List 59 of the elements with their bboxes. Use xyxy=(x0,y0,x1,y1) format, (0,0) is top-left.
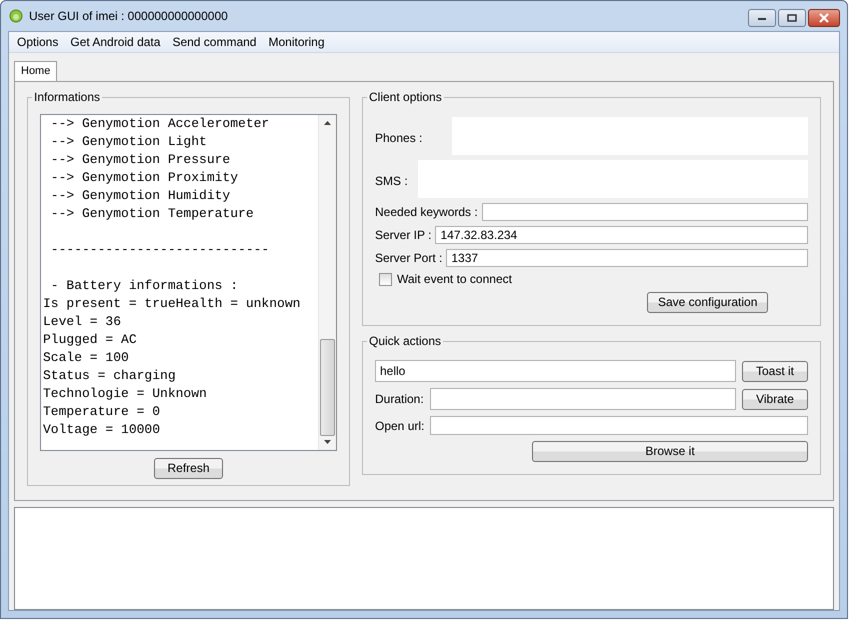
log-line: --> Genymotion Humidity xyxy=(50,187,232,205)
log-line: Status = charging xyxy=(43,367,177,385)
duration-field[interactable] xyxy=(430,388,736,410)
scroll-down-icon[interactable] xyxy=(324,440,331,444)
group-title: Quick actions xyxy=(368,334,442,348)
checkbox-label: Wait event to connect xyxy=(397,272,512,286)
log-line: Technologie = Unknown xyxy=(43,385,208,403)
field-label: Server IP : xyxy=(375,228,432,242)
log-line: --> Genymotion Proximity xyxy=(50,169,240,187)
log-line: Level = 36 xyxy=(43,313,122,331)
field-label: Server Port : xyxy=(375,251,442,265)
log-line: Temperature = 0 xyxy=(43,403,162,421)
log-line: Scale = 100 xyxy=(43,349,130,367)
group-title: Client options xyxy=(368,90,443,104)
scrollbar[interactable] xyxy=(318,115,336,450)
field-value: 147.32.83.234 xyxy=(440,228,518,242)
menu-item[interactable]: Get Android data xyxy=(64,35,166,49)
log-line: --> Genymotion Pressure xyxy=(50,151,232,169)
log-line: Plugged = AC xyxy=(43,331,138,349)
field-label: Duration: xyxy=(375,392,424,406)
log-line: Voltage = 10000 xyxy=(43,421,162,439)
refresh-button[interactable]: Refresh xyxy=(154,458,223,479)
maximize-button[interactable] xyxy=(778,9,806,27)
menu-item[interactable]: Options xyxy=(11,35,64,49)
scroll-up-icon[interactable] xyxy=(324,121,331,125)
tab[interactable]: Home xyxy=(14,61,58,81)
checkbox[interactable] xyxy=(379,272,392,286)
save-configuration-button[interactable]: Save configuration xyxy=(647,292,768,313)
log-line: ---------------------------- xyxy=(50,241,270,259)
close-icon xyxy=(818,13,830,23)
group-title: Informations xyxy=(33,90,102,104)
minimize-icon xyxy=(757,15,767,21)
url-field[interactable] xyxy=(430,416,808,435)
field-label: Phones : xyxy=(375,131,422,147)
input-field[interactable]: 147.32.83.234 xyxy=(435,226,808,244)
menu-item[interactable]: Send command xyxy=(166,35,262,49)
toast-button[interactable]: Toast it xyxy=(742,360,808,382)
field-label: Needed keywords : xyxy=(375,205,478,219)
vibrate-button[interactable]: Vibrate xyxy=(742,388,808,410)
browse-button[interactable]: Browse it xyxy=(532,441,808,462)
log-line: - Battery informations : xyxy=(50,277,240,295)
output-area[interactable] xyxy=(14,507,834,610)
minimize-button[interactable] xyxy=(748,9,776,27)
field-value: hello xyxy=(380,364,406,378)
close-button[interactable] xyxy=(808,9,840,27)
log-line: --> Genymotion Temperature xyxy=(50,205,255,223)
toast-field[interactable]: hello xyxy=(375,360,736,382)
input-field[interactable] xyxy=(482,203,808,221)
input-field[interactable]: 1337 xyxy=(446,249,808,267)
field-value: 1337 xyxy=(451,251,478,265)
log-line: --> Genymotion Light xyxy=(50,133,208,151)
log-line: Is present = trueHealth = unknown xyxy=(43,295,302,313)
log-line: --> Genymotion Accelerometer xyxy=(50,115,270,133)
maximize-icon xyxy=(787,14,797,22)
menu-item[interactable]: Monitoring xyxy=(262,35,331,49)
field-label: SMS : xyxy=(375,174,408,190)
scroll-thumb[interactable] xyxy=(320,339,335,436)
field-label: Open url: xyxy=(375,418,424,432)
window-title: User GUI of imei : 000000000000000 xyxy=(29,9,228,23)
